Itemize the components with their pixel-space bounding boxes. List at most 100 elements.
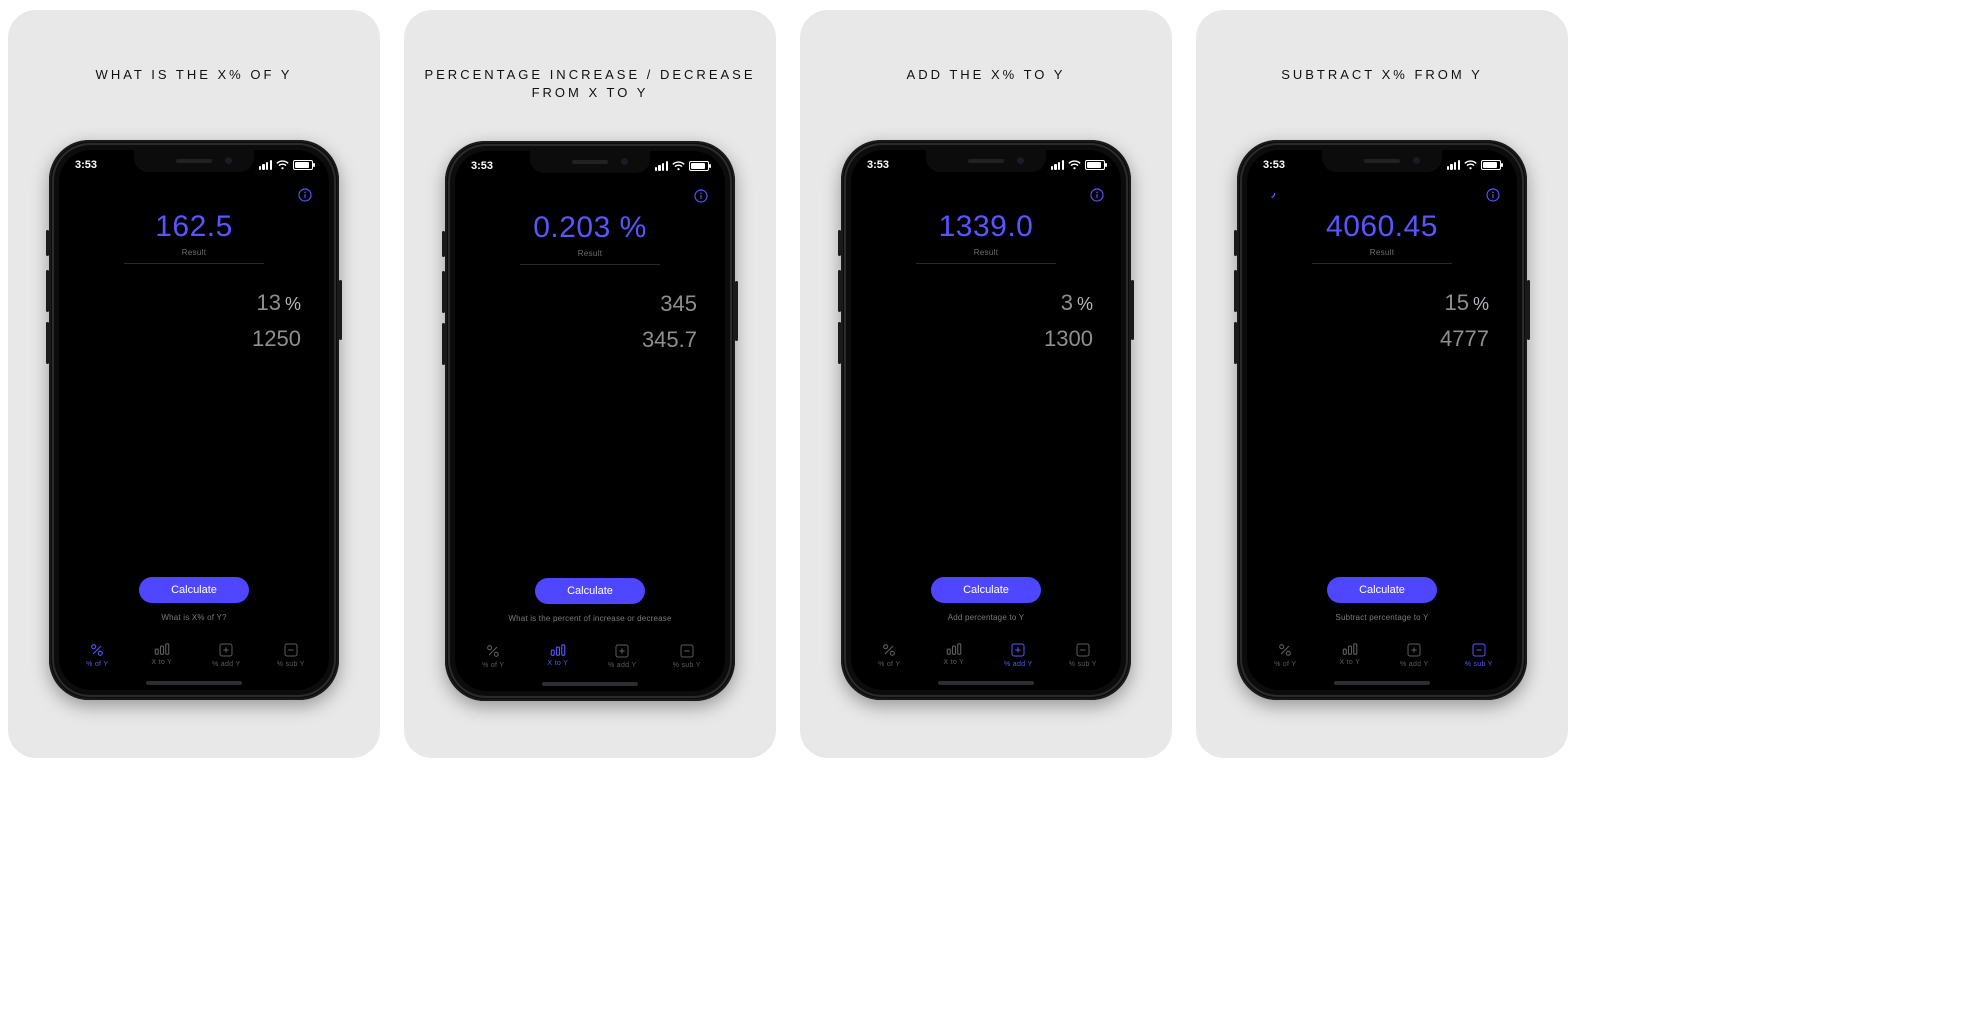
status-indicators: [259, 160, 313, 170]
status-time: 3:53: [867, 159, 889, 171]
result-label: Result: [974, 248, 998, 257]
wifi-icon: [1068, 160, 1081, 170]
percent-unit: %: [285, 294, 301, 315]
tab-percent-of-y[interactable]: % of Y: [857, 642, 922, 668]
info-icon[interactable]: [1485, 187, 1501, 203]
card-title: PERCENTAGE INCREASE / DECREASE FROM X TO…: [424, 66, 755, 101]
screenshot-card: SUBTRACT X% FROM Y 3:53: [1196, 10, 1568, 758]
hint-text: Subtract percentage to Y: [1247, 613, 1517, 622]
input-base-value: 4777: [1440, 326, 1489, 352]
wifi-icon: [1464, 160, 1477, 170]
tab-label: % of Y: [1274, 661, 1296, 668]
tab-label: % add Y: [212, 661, 240, 668]
calculate-button[interactable]: Calculate: [535, 578, 645, 604]
result-label: Result: [578, 249, 602, 258]
input-to[interactable]: 345.7: [642, 327, 697, 353]
status-time: 3:53: [75, 159, 97, 171]
hint-text: What is the percent of increase or decre…: [455, 614, 725, 623]
phone-screen: 3:53 1339.0 Result 3: [851, 150, 1121, 690]
loading-spinner-icon: [1263, 186, 1277, 200]
tab-percent-add-y[interactable]: % add Y: [590, 643, 655, 669]
phone-frame: 3:53 0.203 % Result 345: [445, 141, 735, 701]
tab-percent-sub-y[interactable]: % sub Y: [1051, 642, 1116, 668]
tab-label: % add Y: [608, 662, 636, 669]
tab-label: X to Y: [547, 660, 568, 667]
tab-x-to-y[interactable]: X to Y: [1318, 642, 1383, 666]
phone-notch: [530, 151, 650, 173]
percent-unit: %: [1473, 294, 1489, 315]
input-from[interactable]: 345: [660, 291, 697, 317]
tab-x-to-y[interactable]: X to Y: [922, 642, 987, 666]
tab-label: % sub Y: [1069, 661, 1097, 668]
input-percent-value: 15: [1445, 290, 1469, 316]
phone-screen: 3:53 162.5 Result: [59, 150, 329, 690]
info-icon[interactable]: [693, 188, 709, 204]
tab-label: % sub Y: [673, 662, 701, 669]
percent-unit: %: [1077, 294, 1093, 315]
tab-x-to-y[interactable]: X to Y: [130, 642, 195, 666]
input-percent[interactable]: 3 %: [1061, 290, 1093, 316]
result-value: 1339.0: [939, 210, 1034, 244]
phone-notch: [1322, 150, 1442, 172]
input-to-value: 345.7: [642, 327, 697, 353]
home-indicator: [1334, 681, 1430, 685]
input-from-value: 345: [660, 291, 697, 317]
card-title: ADD THE X% TO Y: [907, 66, 1066, 100]
wifi-icon: [276, 160, 289, 170]
input-base-value: 1300: [1044, 326, 1093, 352]
info-icon[interactable]: [1089, 187, 1105, 203]
tab-percent-of-y[interactable]: % of Y: [1253, 642, 1318, 668]
home-indicator: [542, 682, 638, 686]
calculate-button[interactable]: Calculate: [931, 577, 1041, 603]
home-indicator: [146, 681, 242, 685]
status-indicators: [1051, 160, 1105, 170]
hint-text: Add percentage to Y: [851, 613, 1121, 622]
status-indicators: [1447, 160, 1501, 170]
tab-bar: % of Y X to Y % add Y % sub Y: [851, 636, 1121, 690]
cell-signal-icon: [1051, 160, 1064, 170]
status-time: 3:53: [471, 160, 493, 172]
input-base-value: 1250: [252, 326, 301, 352]
card-title: SUBTRACT X% FROM Y: [1281, 66, 1483, 100]
result-value: 0.203 %: [533, 211, 647, 245]
tab-percent-sub-y[interactable]: % sub Y: [259, 642, 324, 668]
tab-percent-add-y[interactable]: % add Y: [1382, 642, 1447, 668]
tab-percent-add-y[interactable]: % add Y: [986, 642, 1051, 668]
tab-percent-add-y[interactable]: % add Y: [194, 642, 259, 668]
phone-screen: 3:53 4060.45 Result: [1247, 150, 1517, 690]
result-value: 162.5: [155, 210, 233, 244]
tab-bar: % of Y X to Y % add Y % sub Y: [59, 636, 329, 690]
wifi-icon: [672, 161, 685, 171]
phone-frame: 3:53 162.5 Result: [49, 140, 339, 700]
phone-notch: [134, 150, 254, 172]
cell-signal-icon: [259, 160, 272, 170]
input-percent-value: 3: [1061, 290, 1073, 316]
input-base[interactable]: 1300: [1044, 326, 1093, 352]
tab-label: % of Y: [482, 662, 504, 669]
info-icon[interactable]: [297, 187, 313, 203]
tab-label: % sub Y: [277, 661, 305, 668]
tab-percent-sub-y[interactable]: % sub Y: [655, 643, 720, 669]
result-value: 4060.45: [1326, 210, 1438, 244]
tab-x-to-y[interactable]: X to Y: [526, 643, 591, 667]
battery-icon: [293, 160, 313, 170]
input-base[interactable]: 4777: [1440, 326, 1489, 352]
input-percent[interactable]: 13 %: [257, 290, 302, 316]
tab-bar: % of Y X to Y % add Y % sub Y: [455, 637, 725, 691]
calculate-button[interactable]: Calculate: [139, 577, 249, 603]
cell-signal-icon: [655, 161, 668, 171]
input-base[interactable]: 1250: [252, 326, 301, 352]
phone-notch: [926, 150, 1046, 172]
result-label: Result: [1370, 248, 1394, 257]
tab-percent-of-y[interactable]: % of Y: [461, 643, 526, 669]
battery-icon: [1481, 160, 1501, 170]
tab-percent-sub-y[interactable]: % sub Y: [1447, 642, 1512, 668]
tab-label: X to Y: [1339, 659, 1360, 666]
tab-percent-of-y[interactable]: % of Y: [65, 642, 130, 668]
input-percent[interactable]: 15 %: [1445, 290, 1490, 316]
card-title: WHAT IS THE X% OF Y: [96, 66, 293, 100]
phone-frame: 3:53 4060.45 Result: [1237, 140, 1527, 700]
cell-signal-icon: [1447, 160, 1460, 170]
tab-label: % of Y: [86, 661, 108, 668]
calculate-button[interactable]: Calculate: [1327, 577, 1437, 603]
